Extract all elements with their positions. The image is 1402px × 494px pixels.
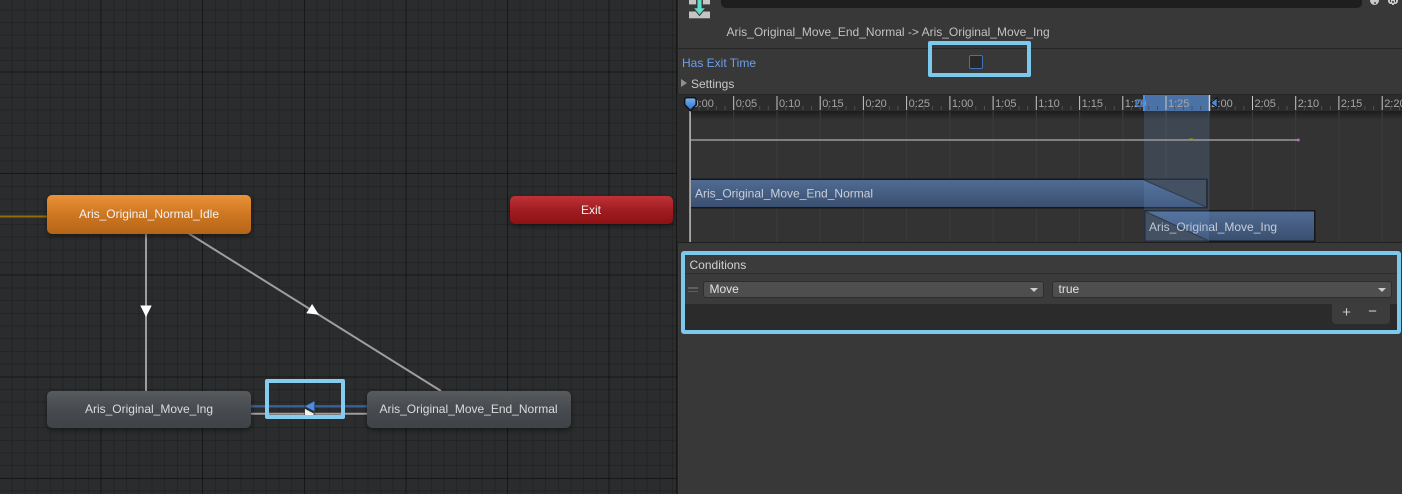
- svg-text:2:05: 2:05: [1255, 98, 1276, 110]
- svg-text:1:05: 1:05: [995, 98, 1016, 110]
- svg-text:1:25: 1:25: [1168, 98, 1189, 110]
- svg-text:2:10: 2:10: [1298, 98, 1319, 110]
- svg-text:0:25: 0:25: [909, 98, 930, 110]
- svg-text:1:15: 1:15: [1082, 98, 1103, 110]
- svg-text:0:05: 0:05: [736, 98, 757, 110]
- svg-text:0:20: 0:20: [865, 98, 886, 110]
- svg-text:1:00: 1:00: [952, 98, 973, 110]
- svg-text:2:15: 2:15: [1341, 98, 1362, 110]
- svg-text:0:15: 0:15: [822, 98, 843, 110]
- svg-text:Aris_Original_Move_End_Normal: Aris_Original_Move_End_Normal: [695, 187, 873, 201]
- svg-text:0:10: 0:10: [779, 98, 800, 110]
- svg-text:1:10: 1:10: [1038, 98, 1059, 110]
